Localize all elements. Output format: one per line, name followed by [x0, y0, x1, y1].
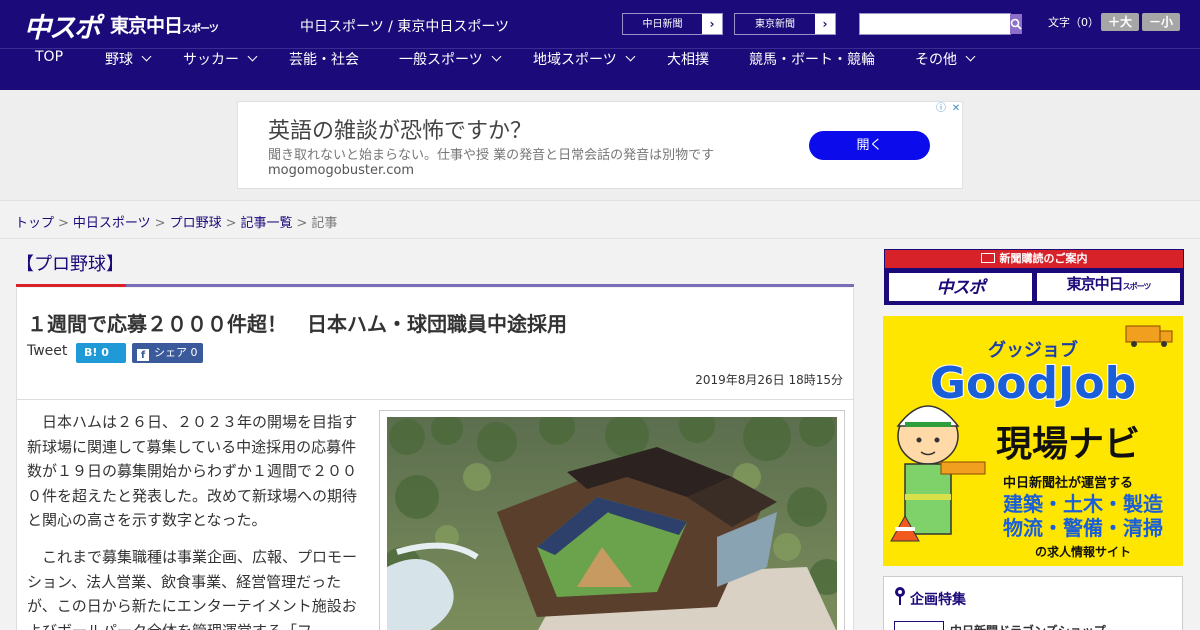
feature-item-dragons-shop[interactable]: 中日新聞ドラゴンズショップ [950, 622, 1106, 630]
chunichi-shimbun-link[interactable]: 中日新聞 › [622, 13, 723, 35]
breadcrumb-chunichi-sports[interactable]: 中日スポーツ [73, 216, 151, 231]
nav-item-baseball[interactable]: 野球 [105, 49, 152, 90]
breadcrumb-current: 記事 [311, 216, 338, 231]
article-category: 【プロ野球】 [16, 254, 124, 275]
article-header: １週間で応募２０００件超！ 日本ハム・球団職員中途採用 Tweet B! 0 f… [16, 288, 854, 400]
nav-item-label: 地域スポーツ [533, 52, 617, 68]
nav-item-label: 一般スポーツ [399, 52, 483, 68]
pin-icon [895, 587, 905, 605]
search-button[interactable] [1010, 14, 1022, 34]
subscription-title-text: 新聞購読のご案内 [999, 252, 1088, 265]
chevron-right-icon: › [702, 14, 722, 34]
breadcrumb-pro-baseball[interactable]: プロ野球 [170, 216, 222, 231]
breadcrumb-bar: トップ > 中日スポーツ > プロ野球 > 記事一覧 > 記事 [0, 200, 1200, 239]
facebook-icon: f [137, 349, 149, 361]
ad-url: mogomogobuster.com [268, 163, 415, 178]
subscription-title: 新聞購読のご案内 [885, 250, 1183, 268]
site-header: 中スポ 東京中日スポーツ 中日スポーツ / 東京中日スポーツ 中日新聞 › 東京… [0, 0, 1200, 48]
chevron-down-icon [491, 51, 502, 62]
subscribe-tokyo-chunichi-button[interactable]: 東京中日スポーツ [1037, 273, 1180, 301]
goodjob-line3: 物流・警備・清掃 [1003, 516, 1163, 540]
article-body: 日本ハムは２６日、２０２３年の開場を目指す新球場に関連して募集している中途採用の… [16, 399, 854, 630]
chevron-down-icon [247, 51, 258, 62]
font-size-label: 文字（0） [1048, 16, 1099, 29]
ad-band: 英語の雑談が恐怖ですか？ 聞き取れないと始まらない。仕事や授 業の発音と日常会話… [0, 90, 1200, 200]
facebook-share-button[interactable]: f シェア 0 [132, 343, 203, 363]
nav-item-sumo[interactable]: 大相撲 [667, 49, 709, 90]
search-box [859, 13, 1022, 35]
feature-section: 企画特集 中日新聞ドラゴンズショップ [883, 576, 1183, 630]
tokyo-chunichi-logo-sub: スポーツ [182, 24, 219, 35]
chevron-down-icon [141, 51, 152, 62]
ad-info-icon[interactable]: ⓘ [934, 102, 948, 116]
article-date: 2019年8月26日 18時15分 [695, 373, 843, 387]
search-input[interactable] [860, 14, 1010, 34]
nav-item-label: その他 [915, 52, 957, 68]
chunichi-shimbun-label: 中日新聞 [623, 14, 702, 34]
font-smaller-button[interactable]: －小 [1142, 13, 1180, 31]
nav-item-label: 野球 [105, 52, 133, 68]
category-divider [16, 284, 854, 287]
breadcrumb-top[interactable]: トップ [15, 216, 54, 231]
tokyo-chunichi-logo-text: 東京中日 [110, 15, 183, 37]
subscribe-tokyo-chunichi-label: 東京中日 [1066, 275, 1124, 293]
nav-item-other[interactable]: その他 [915, 49, 976, 90]
ad-banner[interactable]: 英語の雑談が恐怖ですか？ 聞き取れないと始まらない。仕事や授 業の発音と日常会話… [237, 101, 963, 189]
subscribe-chuspo-button[interactable]: 中スポ [889, 273, 1032, 301]
goodjob-line1: 中日新聞社が運営する [1003, 475, 1133, 491]
tweet-button[interactable]: Tweet [27, 343, 67, 359]
main-nav: TOP 野球 サッカー 芸能・社会 一般スポーツ 地域スポーツ 大相撲 競馬・ボ… [0, 48, 1200, 90]
goodjob-ad-graphic: グッジョブ GoodJob 現場ナビ 中日新聞社が運営する 建築・土木・製造 物… [883, 316, 1183, 566]
ad-body: 聞き取れないと始まらない。仕事や授 業の発音と日常会話の発音は別物です [268, 148, 715, 163]
facebook-share-label: シェア 0 [154, 346, 198, 359]
goodjob-title: GoodJob [930, 358, 1136, 409]
site-name: 中日スポーツ / 東京中日スポーツ [300, 19, 510, 35]
category-accent [16, 284, 126, 287]
subscribe-tokyo-chunichi-sub: スポーツ [1122, 282, 1152, 291]
breadcrumb-separator: > [154, 216, 166, 231]
nav-item-label: サッカー [183, 52, 239, 68]
feature-thumbnail[interactable] [894, 621, 944, 630]
nav-item-top[interactable]: TOP [35, 49, 63, 90]
subscription-banner: 新聞購読のご案内 中スポ 東京中日スポーツ [884, 249, 1184, 305]
ad-headline: 英語の雑談が恐怖ですか？ [268, 119, 533, 144]
stadium-rendering-image [387, 417, 837, 630]
nav-item-entertainment[interactable]: 芸能・社会 [289, 49, 359, 90]
hatena-bookmark-button[interactable]: B! 0 [76, 343, 126, 363]
chevron-right-icon: › [815, 14, 835, 34]
search-icon [1010, 18, 1022, 30]
chevron-down-icon [625, 51, 636, 62]
tokyo-shimbun-link[interactable]: 東京新聞 › [734, 13, 836, 35]
chuspo-logo[interactable]: 中スポ [24, 6, 101, 45]
nav-item-racing[interactable]: 競馬・ボート・競輪 [749, 49, 875, 90]
article-title: １週間で応募２０００件超！ 日本ハム・球団職員中途採用 [27, 312, 567, 336]
breadcrumb-separator: > [225, 216, 237, 231]
goodjob-line2: 建築・土木・製造 [1003, 492, 1164, 516]
newspaper-icon [980, 253, 995, 263]
nav-item-soccer[interactable]: サッカー [183, 49, 258, 90]
goodjob-ad[interactable]: グッジョブ GoodJob 現場ナビ 中日新聞社が運営する 建築・土木・製造 物… [883, 316, 1183, 566]
article-photo[interactable] [379, 410, 845, 630]
nav-item-label: TOP [35, 49, 64, 65]
breadcrumb-separator: > [58, 216, 69, 231]
font-larger-button[interactable]: ＋大 [1101, 13, 1139, 31]
chevron-down-icon [965, 51, 976, 62]
article-paragraph: 日本ハムは２６日、２０２３年の開場を目指す新球場に関連して募集している中途採用の… [27, 413, 358, 529]
goodjob-subtitle: 現場ナビ [996, 424, 1140, 465]
tokyo-shimbun-label: 東京新聞 [735, 14, 815, 34]
nav-item-local-sports[interactable]: 地域スポーツ [533, 49, 636, 90]
nav-item-general-sports[interactable]: 一般スポーツ [399, 49, 502, 90]
nav-item-label: 大相撲 [667, 52, 709, 68]
article-paragraph: これまで募集職種は事業企画、広報、プロモーション、法人営業、飲食事業、経営管理だ… [27, 548, 358, 630]
ad-close-icon[interactable]: ✕ [949, 102, 963, 116]
tokyo-chunichi-logo[interactable]: 東京中日スポーツ [110, 11, 219, 38]
ad-open-button[interactable]: 開く [809, 131, 930, 160]
feature-title: 企画特集 [910, 592, 966, 608]
breadcrumb-article-list[interactable]: 記事一覧 [241, 216, 293, 231]
nav-item-label: 競馬・ボート・競輪 [749, 52, 875, 68]
breadcrumb-separator: > [296, 216, 308, 231]
goodjob-line4: の求人情報サイト [1035, 544, 1131, 559]
breadcrumb: トップ > 中日スポーツ > プロ野球 > 記事一覧 > 記事 [15, 212, 337, 231]
nav-item-label: 芸能・社会 [289, 52, 359, 68]
